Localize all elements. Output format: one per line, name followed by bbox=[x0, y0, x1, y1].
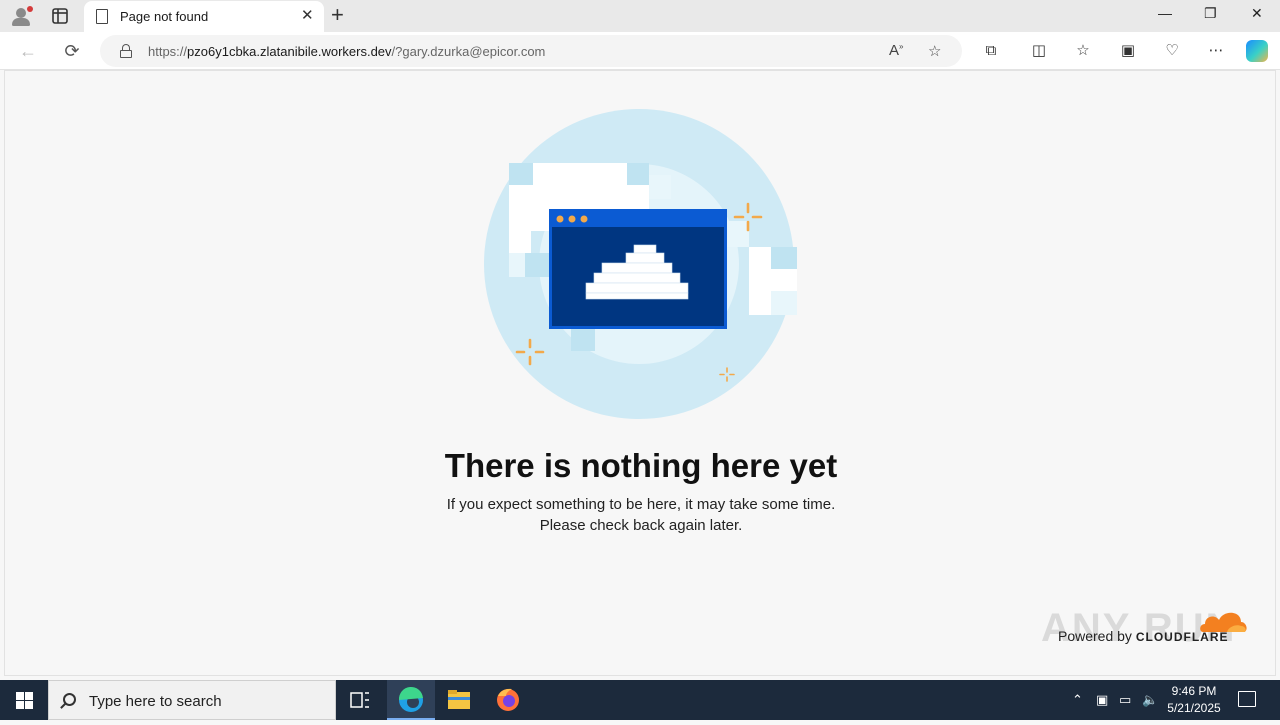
file-explorer-icon[interactable] bbox=[435, 680, 483, 720]
copilot-icon[interactable] bbox=[1246, 40, 1268, 62]
browser-tab[interactable]: Page not found ✕ bbox=[84, 1, 324, 32]
firefox-icon[interactable] bbox=[484, 680, 532, 720]
tab-actions-icon[interactable] bbox=[50, 6, 70, 26]
error-illustration bbox=[484, 109, 797, 419]
read-aloud-icon[interactable]: A» bbox=[889, 42, 903, 59]
split-screen-icon[interactable]: ◫ bbox=[1029, 41, 1049, 61]
favorite-star-icon[interactable]: ☆ bbox=[928, 42, 941, 60]
message-line-2: Please check back again later. bbox=[539, 517, 743, 534]
browser-essentials-icon[interactable]: ♡ bbox=[1162, 41, 1182, 61]
extensions-icon[interactable]: ⧉ bbox=[981, 41, 1001, 61]
collections-icon[interactable]: ▣ bbox=[1118, 41, 1138, 61]
minimize-button[interactable]: — bbox=[1158, 5, 1172, 21]
page-content: There is nothing here yet If you expect … bbox=[4, 70, 1276, 676]
new-tab-button[interactable]: + bbox=[331, 4, 344, 26]
close-tab-icon[interactable]: ✕ bbox=[301, 8, 314, 24]
clock-date: 5/21/2025 bbox=[1167, 701, 1221, 715]
volume-icon[interactable]: 🔈 bbox=[1142, 692, 1158, 708]
edge-taskbar-icon[interactable] bbox=[387, 680, 435, 720]
notification-icon[interactable] bbox=[1238, 691, 1256, 707]
tab-title: Page not found bbox=[120, 9, 209, 24]
windows-start-icon[interactable] bbox=[16, 692, 33, 709]
close-window-button[interactable]: ✕ bbox=[1251, 5, 1263, 22]
more-menu-icon[interactable]: ⋯ bbox=[1206, 41, 1226, 61]
page-icon bbox=[96, 9, 108, 24]
task-view-icon[interactable] bbox=[336, 680, 384, 720]
back-arrow-icon[interactable]: ← bbox=[17, 40, 39, 62]
clock-time: 9:46 PM bbox=[1171, 684, 1217, 698]
network-icon[interactable]: ▭ bbox=[1119, 692, 1131, 708]
refresh-icon[interactable]: ⟳ bbox=[61, 40, 83, 62]
taskbar: Type here to search ⌃ ▣ ▭ 🔈 9:46 PM 5/21… bbox=[0, 680, 1280, 720]
tray-device-icon[interactable]: ▣ bbox=[1096, 692, 1108, 708]
message-line-1: If you expect something to be here, it m… bbox=[446, 496, 836, 513]
tray-chevron-icon[interactable]: ⌃ bbox=[1072, 692, 1083, 708]
taskbar-clock[interactable]: 9:46 PM 5/21/2025 bbox=[1158, 683, 1230, 717]
restore-button[interactable]: ❐ bbox=[1204, 5, 1217, 22]
lock-icon[interactable] bbox=[120, 44, 132, 58]
profile-icon[interactable] bbox=[10, 6, 33, 26]
search-icon bbox=[63, 693, 76, 706]
powered-by-cloudflare[interactable]: Powered by CLOUDFLARE bbox=[1058, 628, 1229, 644]
taskbar-search[interactable]: Type here to search bbox=[48, 680, 336, 720]
address-url[interactable]: https://pzo6y1cbka.zlatanibile.workers.d… bbox=[148, 44, 545, 59]
address-bar[interactable]: https://pzo6y1cbka.zlatanibile.workers.d… bbox=[100, 35, 962, 67]
page-title: There is nothing here yet bbox=[444, 447, 838, 484]
browser-toolbar: ← ⟳ https://pzo6y1cbka.zlatanibile.worke… bbox=[0, 32, 1280, 70]
favorites-icon[interactable]: ☆ bbox=[1073, 41, 1093, 61]
search-placeholder: Type here to search bbox=[89, 693, 222, 710]
tab-strip: Page not found ✕ + — ❐ ✕ bbox=[0, 0, 1280, 32]
